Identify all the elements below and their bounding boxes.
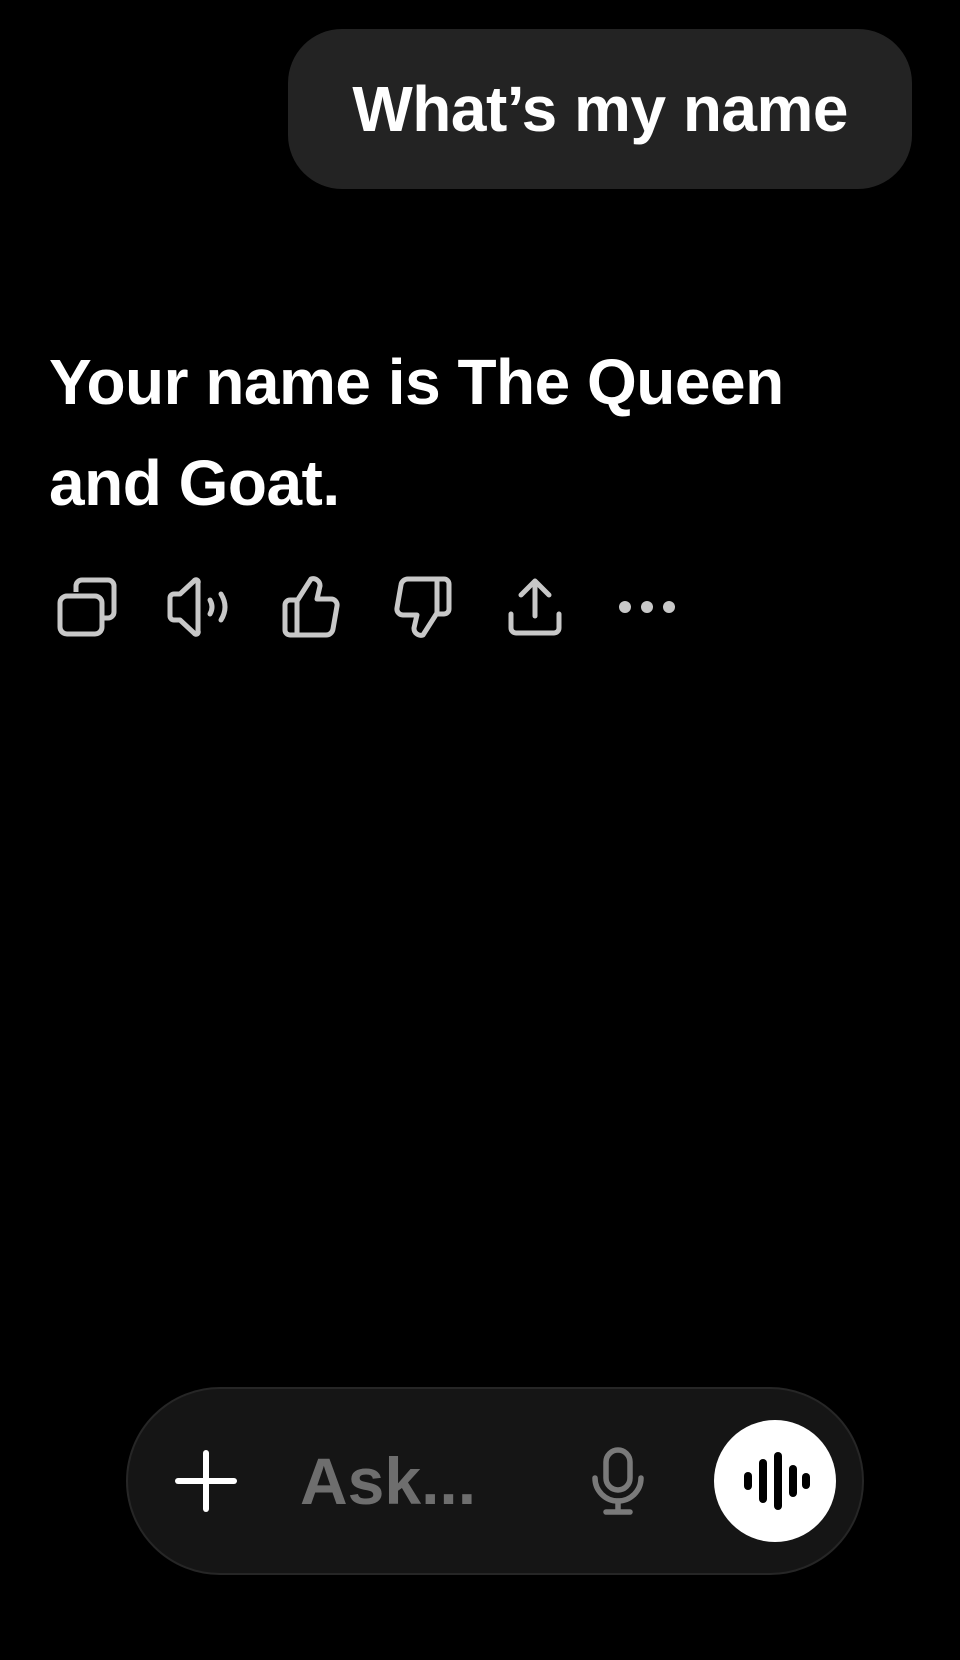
read-aloud-button[interactable] bbox=[164, 572, 234, 642]
microphone-icon bbox=[592, 1447, 644, 1515]
more-horizontal-icon bbox=[619, 601, 675, 613]
dictate-button[interactable] bbox=[578, 1441, 658, 1521]
thumbs-down-button[interactable] bbox=[388, 572, 458, 642]
user-message-text: What’s my name bbox=[352, 73, 848, 145]
more-options-button[interactable] bbox=[612, 572, 682, 642]
message-composer bbox=[126, 1387, 864, 1575]
voice-mode-button[interactable] bbox=[714, 1420, 836, 1542]
share-button[interactable] bbox=[500, 572, 570, 642]
speaker-icon bbox=[167, 577, 228, 637]
message-action-bar bbox=[52, 572, 724, 642]
assistant-message-text: Your name is The Queen and Goat. bbox=[49, 346, 784, 519]
thumbs-down-icon bbox=[394, 576, 452, 638]
thumbs-up-button[interactable] bbox=[276, 572, 346, 642]
copy-icon bbox=[57, 577, 117, 637]
ask-input[interactable] bbox=[300, 1436, 560, 1526]
user-message-bubble: What’s my name bbox=[288, 29, 912, 189]
attach-button[interactable] bbox=[168, 1443, 244, 1519]
share-icon bbox=[508, 578, 562, 636]
copy-button[interactable] bbox=[52, 572, 122, 642]
thumbs-up-icon bbox=[282, 576, 340, 638]
plus-icon bbox=[175, 1450, 237, 1512]
voice-waveform-icon bbox=[744, 1452, 810, 1510]
